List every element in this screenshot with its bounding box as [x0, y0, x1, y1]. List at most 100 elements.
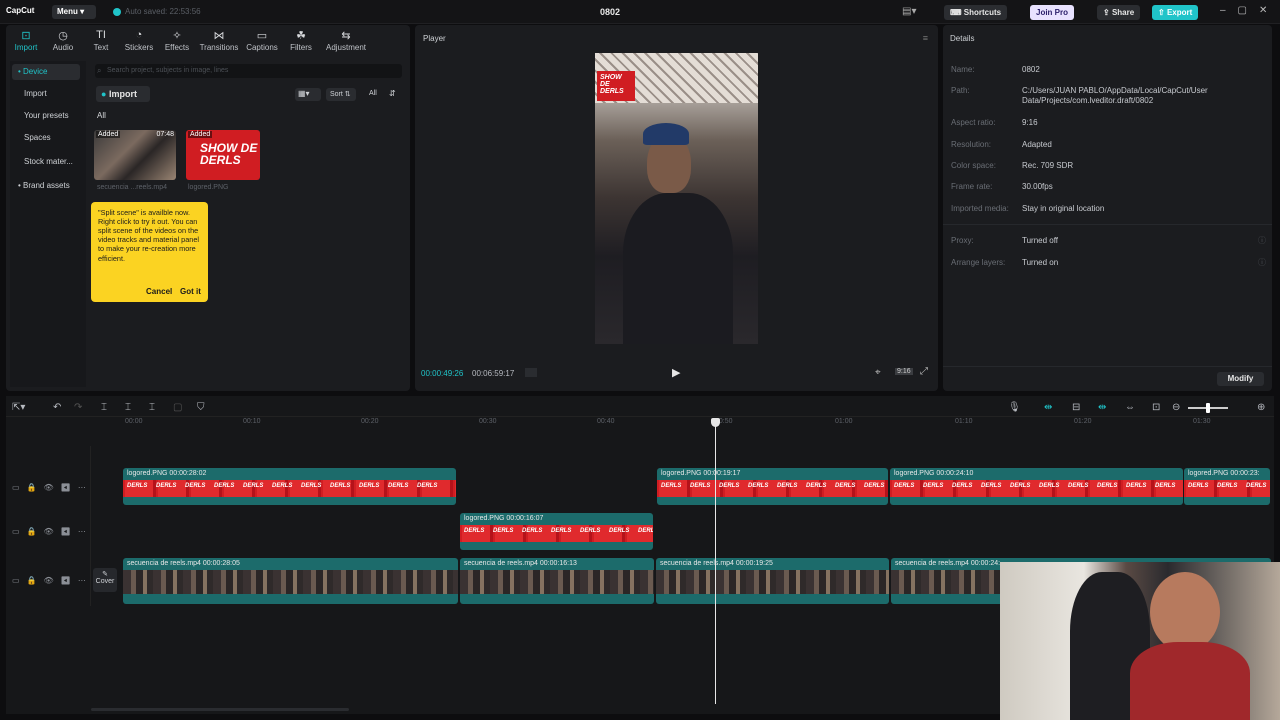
- mic-icon[interactable]: 🎙: [1008, 402, 1021, 413]
- logo-mark: DERLS: [952, 483, 973, 489]
- linkage-icon[interactable]: ⇹: [1098, 402, 1106, 413]
- export-button[interactable]: ⇧ Export: [1152, 5, 1199, 20]
- logo-text: SHOW DE DERLS: [200, 141, 258, 167]
- logo-mark: DERLS: [609, 528, 630, 534]
- split-left-icon[interactable]: ⌶: [125, 402, 131, 413]
- marker-icon[interactable]: ⛉: [197, 402, 205, 413]
- logo-mark: DERLS: [551, 528, 572, 534]
- fullscreen-icon[interactable]: ⤢: [920, 366, 928, 377]
- divider: [943, 224, 1272, 225]
- split-icon[interactable]: ⌶: [101, 402, 107, 413]
- ruler-label: 01:30: [1193, 418, 1211, 425]
- captions-icon: ▭: [256, 30, 268, 42]
- player-menu-icon[interactable]: ≡: [923, 33, 928, 43]
- preview-logo: SHOW DE DERLS: [597, 71, 635, 101]
- tab-adjustment[interactable]: ⇆ Adjustment: [325, 29, 367, 52]
- media-thumb-logo[interactable]: Added SHOW DE DERLS: [186, 130, 260, 180]
- added-badge: Added: [96, 131, 121, 138]
- modify-button[interactable]: Modify: [1217, 372, 1264, 386]
- ruler-label: 00:30: [479, 418, 497, 425]
- layout-icon[interactable]: ▤▾: [902, 6, 916, 17]
- timeline-clip[interactable]: logored.PNG 00:00:23: DERLS DERLS DERLS: [1184, 468, 1270, 505]
- timeline-clip[interactable]: logored.PNG 00:00:24:10 DERLS DERLS DERLS DE…: [890, 468, 1183, 505]
- timeline-scrollbar[interactable]: [91, 708, 349, 711]
- detail-colorspace: Color space: Rec. 709 SDR: [951, 161, 1074, 170]
- timeline-clip[interactable]: logored.PNG 00:00:28:02 DERLS DERLS DERLS DE…: [123, 468, 456, 505]
- logo-mark: DERLS: [719, 483, 740, 489]
- tooltip-got-it-button[interactable]: Got it: [180, 287, 201, 297]
- view-mode-button[interactable]: ▦▾: [295, 88, 321, 101]
- duration-label: 07:48: [156, 131, 174, 138]
- text-icon: TI: [96, 29, 106, 41]
- caption-icon[interactable]: ⊡: [1152, 402, 1160, 413]
- tooltip-cancel-button[interactable]: Cancel: [146, 287, 172, 297]
- media-search-input[interactable]: Search project, subjects in image, lines: [95, 64, 402, 78]
- logo-mark: DERLS: [690, 483, 711, 489]
- track-controls[interactable]: ▭🔒👁◀⋯: [12, 527, 93, 536]
- fullscreen-crop-icon[interactable]: ⌖: [875, 367, 881, 378]
- sort-button[interactable]: Sort ⇅: [326, 88, 356, 101]
- import-button[interactable]: ● Import: [96, 86, 150, 102]
- select-tool-icon[interactable]: ⇱▾: [12, 402, 25, 413]
- aspect-ratio-button[interactable]: 9:16: [895, 368, 913, 375]
- tab-stickers[interactable]: ◔ Stickers: [119, 29, 159, 52]
- join-pro-button[interactable]: Join Pro: [1030, 5, 1075, 20]
- zoom-slider-handle[interactable]: [1206, 403, 1210, 413]
- play-button[interactable]: ▶: [672, 366, 680, 379]
- media-thumb-video[interactable]: Added 07:48: [94, 130, 176, 180]
- video-preview[interactable]: SHOW DE DERLS: [595, 53, 758, 344]
- sidebar-item-device[interactable]: • Device: [12, 64, 80, 80]
- tab-filters[interactable]: ☘ Filters: [281, 29, 321, 52]
- logo-mark: DERLS: [864, 483, 885, 489]
- sidebar-item-import[interactable]: Import: [18, 86, 80, 102]
- autosave-icon: [113, 8, 121, 16]
- stickers-icon: ◔: [135, 29, 143, 41]
- logo-mark: DERLS: [580, 528, 601, 534]
- track-controls[interactable]: ▭🔒👁◀⋯: [12, 483, 93, 492]
- timecode-icon[interactable]: [525, 368, 537, 377]
- logo-mark: DERLS: [1188, 483, 1209, 489]
- sidebar-item-brand-assets[interactable]: • Brand assets: [12, 178, 84, 194]
- info-icon: ⓘ: [1258, 258, 1266, 267]
- share-button[interactable]: ⇪ Share: [1097, 5, 1141, 20]
- cover-button[interactable]: ✎ Cover: [93, 568, 117, 592]
- sidebar-item-stock[interactable]: Stock mater...: [18, 154, 80, 170]
- snap-icon[interactable]: ⊟: [1072, 402, 1080, 413]
- delete-icon[interactable]: ▢: [173, 402, 182, 413]
- detail-path: Path: C:/Users/JUAN PABLO/AppData/Local/C…: [951, 86, 1208, 105]
- preview-axis-icon[interactable]: ⇔: [1125, 402, 1135, 413]
- tab-effects[interactable]: ✧ Effects: [157, 29, 197, 52]
- timeline-clip[interactable]: secuencia de reels.mp4 00:00:19:25: [656, 558, 889, 604]
- link-icon[interactable]: ⇹: [1044, 402, 1052, 413]
- zoom-fit-icon[interactable]: ⊕: [1257, 402, 1265, 413]
- shortcuts-button[interactable]: ⌨ Shortcuts: [944, 5, 1008, 20]
- redo-icon[interactable]: ↷: [74, 402, 82, 413]
- tab-captions[interactable]: ▭ Captions: [242, 29, 282, 52]
- logo-mark: DERLS: [359, 483, 380, 489]
- timeline-clip[interactable]: secuencia de reels.mp4 00:00:16:13: [460, 558, 654, 604]
- tab-import[interactable]: ⊡ Import: [6, 29, 46, 52]
- ruler-label: 00:40: [597, 418, 615, 425]
- filter-all-button[interactable]: All: [366, 88, 382, 101]
- playhead-handle[interactable]: [711, 418, 720, 427]
- sidebar-item-presets[interactable]: Your presets: [18, 108, 80, 124]
- logo-mark: DERLS: [272, 483, 293, 489]
- ruler-label: 01:10: [955, 418, 973, 425]
- tab-audio[interactable]: ◷ Audio: [43, 29, 83, 52]
- split-right-icon[interactable]: ⌶: [149, 402, 155, 413]
- playhead[interactable]: [715, 420, 716, 704]
- tab-text[interactable]: TI Text: [81, 29, 121, 52]
- timeline-clip[interactable]: secuencia de reels.mp4 00:00:28:05: [123, 558, 458, 604]
- menu-button[interactable]: Menu ▾: [52, 5, 96, 19]
- undo-icon[interactable]: ↶: [53, 402, 61, 413]
- timeline-clip[interactable]: logored.PNG 00:00:19:17 DERLS DERLS DERLS DE…: [657, 468, 888, 505]
- filter-icon[interactable]: ⇵: [386, 88, 402, 101]
- sidebar-item-spaces[interactable]: Spaces: [18, 130, 80, 146]
- tab-transitions[interactable]: ⋈ Transitions: [199, 29, 239, 52]
- details-panel: Details Name: 0802 Path: C:/Users/JUAN PAB…: [943, 25, 1272, 391]
- window-controls[interactable]: –▢✕: [1220, 5, 1279, 16]
- track-controls[interactable]: ▭🔒👁◀⋯: [12, 576, 93, 585]
- logo-mark: DERLS: [493, 528, 514, 534]
- zoom-out-icon[interactable]: ⊖: [1172, 402, 1180, 413]
- timeline-clip[interactable]: logored.PNG 00:00:16:07 DERLS DERLS DERLS DE…: [460, 513, 653, 550]
